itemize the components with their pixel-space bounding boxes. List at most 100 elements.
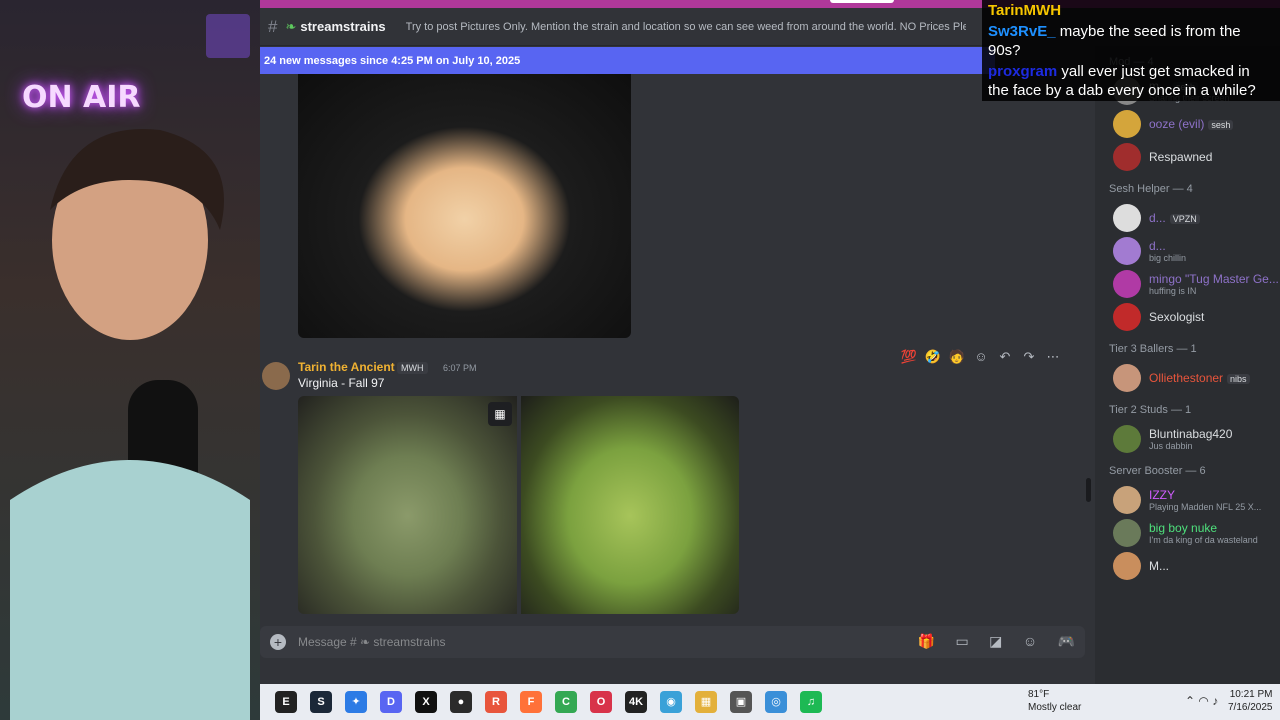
overlay-chat-line: proxgram yall ever just get smacked in t… xyxy=(982,61,1280,101)
member-avatar xyxy=(1113,363,1141,392)
attachment-image-bud-2[interactable] xyxy=(521,396,739,614)
taskbar-app-icon[interactable]: C xyxy=(555,691,577,713)
member-row[interactable]: M... xyxy=(1095,549,1280,582)
member-badge: nibs xyxy=(1227,373,1250,384)
taskbar-app-icon[interactable]: O xyxy=(590,691,612,713)
overlay-username: Sw3RvE_ xyxy=(988,23,1056,40)
message-input[interactable]: Message # ❧ streamstrains xyxy=(298,635,902,649)
message-composer[interactable]: + Message # ❧ streamstrains 🎁 ▭ ◪ ☺ 🎮 xyxy=(260,626,1085,658)
member-badge: VPZN xyxy=(1169,213,1200,224)
system-tray[interactable]: ⌃ ◠ ♪ xyxy=(1185,694,1218,708)
taskbar-app-icon[interactable]: ▣ xyxy=(730,691,752,713)
member-avatar xyxy=(1113,551,1141,580)
member-name: Respawned xyxy=(1149,149,1213,164)
add-attachment-icon[interactable]: + xyxy=(270,634,286,650)
member-list: Mod — 4m...seshSharing their screenooze … xyxy=(1095,46,1280,686)
taskbar-app-icon[interactable]: ▦ xyxy=(695,691,717,713)
clock-time: 10:21 PM xyxy=(1229,689,1273,700)
member-name: Bluntinabag420 xyxy=(1149,426,1233,441)
member-row[interactable]: IZZY Playing Madden NFL 25 X... xyxy=(1095,483,1280,516)
weather-widget[interactable]: 81°F Mostly clear xyxy=(1028,688,1081,714)
member-group-header: Tier 3 Ballers — 1 xyxy=(1109,343,1197,355)
more-icon[interactable]: ⋯ xyxy=(1044,348,1062,366)
message-author[interactable]: Tarin the Ancient xyxy=(298,360,395,374)
new-messages-banner[interactable]: 24 new messages since 4:25 PM on July 10… xyxy=(260,47,995,74)
emoji-icon[interactable]: ☺ xyxy=(1023,633,1037,649)
overlay-username: proxgram xyxy=(988,63,1058,80)
channel-header: # ❧ streamstrains Try to post Pictures O… xyxy=(260,8,995,46)
weather-desc: Mostly clear xyxy=(1028,702,1082,713)
reaction-100-icon[interactable]: 💯 xyxy=(900,348,918,366)
member-avatar xyxy=(1113,424,1141,453)
member-row[interactable]: Respawned xyxy=(1095,140,1280,173)
taskbar-app-icon[interactable]: S xyxy=(310,691,332,713)
taskbar-app-icon[interactable]: X xyxy=(415,691,437,713)
member-avatar xyxy=(1113,302,1141,331)
gallery-grid-icon[interactable]: ▦ xyxy=(488,402,512,426)
twitch-logo-icon xyxy=(206,14,250,58)
message-list: Tarin the Ancient MWH 6:07 PM Virginia -… xyxy=(260,74,1085,624)
member-name: mingo "Tug Master Ge... xyxy=(1149,271,1279,286)
activity-icon[interactable]: 🎮 xyxy=(1058,633,1075,649)
taskbar-app-icon[interactable]: ✦ xyxy=(345,691,367,713)
on-air-neon-sign: ON AIR xyxy=(22,80,141,115)
message-scrollbar[interactable] xyxy=(1086,478,1091,502)
channel-name[interactable]: streamstrains xyxy=(300,19,385,34)
windows-taskbar: E S ✦ D X ● R F C O 4K ◉ ▦ ▣ ◎ ♫ 81°F Mostly clear ⌃ ◠ … xyxy=(260,684,1280,720)
forward-icon[interactable]: ↷ xyxy=(1020,348,1038,366)
member-name: M... xyxy=(1149,558,1169,573)
member-status: Jus dabbin xyxy=(1149,440,1193,451)
member-avatar xyxy=(1113,485,1141,514)
sticker-icon[interactable]: ◪ xyxy=(989,633,1002,649)
attachment-image-concentrate[interactable] xyxy=(298,74,631,338)
taskbar-app-icon[interactable]: D xyxy=(380,691,402,713)
member-group-header: Tier 2 Studs — 1 xyxy=(1109,404,1192,416)
member-status: Playing Madden NFL 25 X... xyxy=(1149,501,1262,512)
member-row[interactable]: d... VPZN xyxy=(1095,201,1280,234)
taskbar-app-icon[interactable]: R xyxy=(485,691,507,713)
taskbar-clock[interactable]: 10:21 PM 7/16/2025 xyxy=(1228,688,1273,714)
author-tag: MWH xyxy=(397,362,428,374)
gif-icon[interactable]: ▭ xyxy=(955,633,968,649)
taskbar-app-icon[interactable]: ◎ xyxy=(765,691,787,713)
taskbar-app-icon[interactable]: F xyxy=(520,691,542,713)
member-group-header: Sesh Helper — 4 xyxy=(1109,183,1193,195)
webcam-feed: ON AIR xyxy=(0,0,260,720)
member-name: Olliethestoner xyxy=(1149,370,1224,385)
author-avatar[interactable] xyxy=(262,362,290,390)
gift-icon[interactable]: 🎁 xyxy=(918,633,935,649)
weather-temp: 81°F xyxy=(1028,689,1050,700)
member-name: big boy nuke xyxy=(1149,520,1218,535)
add-reaction-icon[interactable]: ☺ xyxy=(972,348,990,366)
member-row[interactable]: mingo "Tug Master Ge... huffing is IN xyxy=(1095,267,1280,300)
taskbar-app-icon[interactable]: E xyxy=(275,691,297,713)
message-actions: 💯 🤣 🧑 ☺ ↶ ↷ ⋯ xyxy=(900,348,1062,366)
active-tab-indicator xyxy=(830,0,894,3)
member-name: Sexologist xyxy=(1149,309,1205,324)
member-avatar xyxy=(1113,518,1141,547)
taskbar-app-icon[interactable]: 4K xyxy=(625,691,647,713)
overlay-chat-line: Sw3RvE_ maybe the seed is from the 90s? xyxy=(982,21,1280,61)
member-row[interactable]: d... big chillin xyxy=(1095,234,1280,267)
attachment-image-bud-1[interactable] xyxy=(298,396,517,614)
member-row[interactable]: Bluntinabag420 Jus dabbin xyxy=(1095,422,1280,455)
clock-date: 7/16/2025 xyxy=(1228,702,1273,713)
taskbar-app-icon[interactable]: ♫ xyxy=(800,691,822,713)
member-row[interactable]: Sexologist xyxy=(1095,300,1280,333)
member-name: IZZY xyxy=(1149,487,1175,502)
taskbar-app-icon[interactable]: ● xyxy=(450,691,472,713)
hash-icon: # xyxy=(268,16,278,36)
overlay-username: TarinMWH xyxy=(988,2,1062,19)
reaction-laugh-icon[interactable]: 🤣 xyxy=(924,348,942,366)
member-row[interactable]: Olliethestoner nibs xyxy=(1095,361,1280,394)
taskbar-app-icon[interactable]: ◉ xyxy=(660,691,682,713)
member-name: d... xyxy=(1149,238,1166,253)
reaction-person-icon[interactable]: 🧑 xyxy=(948,348,966,366)
member-avatar xyxy=(1113,236,1141,265)
message-text: Virginia - Fall 97 xyxy=(298,376,385,390)
reply-icon[interactable]: ↶ xyxy=(996,348,1014,366)
leaf-icon: ❧ xyxy=(285,18,297,34)
member-status: huffing is IN xyxy=(1149,285,1197,296)
channel-topic[interactable]: Try to post Pictures Only. Mention the s… xyxy=(406,21,966,33)
member-row[interactable]: big boy nuke I'm da king of da wasteland xyxy=(1095,516,1280,549)
